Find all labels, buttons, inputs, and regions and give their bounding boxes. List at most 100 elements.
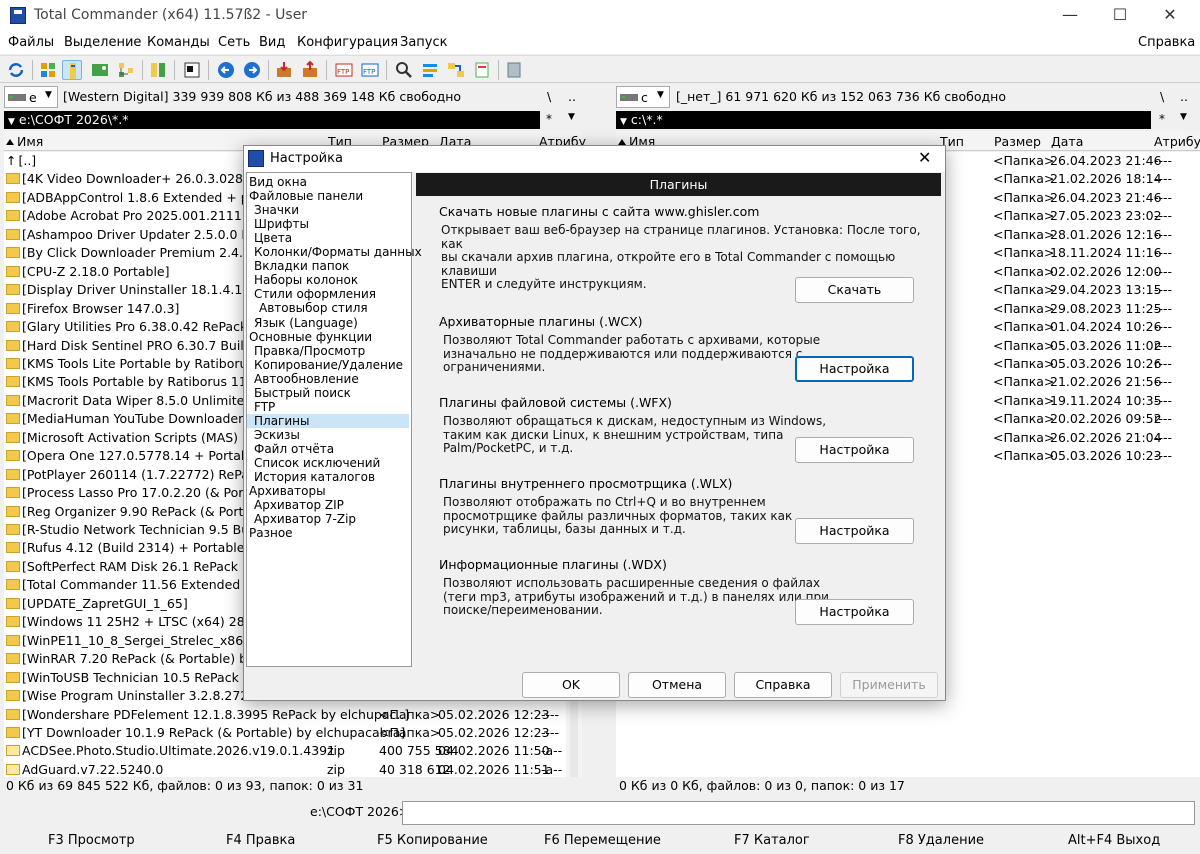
settings-tree[interactable]: Вид окна Файловые панели Значки Шрифты Цвета… <box>246 172 422 667</box>
tree-item[interactable]: Основные функции <box>247 330 372 344</box>
tree-item[interactable]: Автообновление <box>247 372 359 386</box>
tree-item[interactable]: Правка/Просмотр <box>247 344 365 358</box>
tree-item[interactable]: Язык (Language) <box>247 316 358 330</box>
tree-item[interactable]: Шрифты <box>247 217 309 231</box>
right-drive-select[interactable]: c ▼ <box>616 86 670 108</box>
chevron-down-icon[interactable]: ▼ <box>1180 112 1187 122</box>
help-button[interactable]: Справка <box>734 672 832 698</box>
tree-item[interactable]: История каталогов <box>247 470 375 484</box>
folder-icon <box>6 690 20 702</box>
multi-rename-icon[interactable] <box>420 60 440 80</box>
pack-icon[interactable] <box>274 60 294 80</box>
back-arrow-icon[interactable] <box>216 60 236 80</box>
menu-help[interactable]: Справка <box>1138 35 1195 50</box>
file-date: 05.02.2026 12:23 <box>438 724 550 740</box>
brief-view-icon[interactable] <box>38 60 58 80</box>
tree-item[interactable]: Колонки/Форматы данных <box>247 245 422 259</box>
notepad-icon[interactable] <box>472 60 492 80</box>
tree-item[interactable]: Вид окна <box>247 175 307 189</box>
tree-item[interactable]: Эскизы <box>247 428 300 442</box>
table-row[interactable]: [Wondershare PDFelement 12.1.8.3995 RePa… <box>4 706 566 724</box>
tree-item[interactable]: Плагины <box>247 413 409 428</box>
tree-item[interactable]: Копирование/Удаление <box>247 358 403 372</box>
menu-view[interactable]: Вид <box>259 35 285 50</box>
menu-launch[interactable]: Запуск <box>400 35 448 50</box>
terminal-icon[interactable] <box>182 60 202 80</box>
table-row[interactable]: ACDSee.Photo.Studio.Ultimate.2026.v19.0.… <box>4 742 566 760</box>
wfx-settings-button[interactable]: Настройка <box>795 437 914 463</box>
cancel-button[interactable]: Отмена <box>628 672 726 698</box>
left-filter-star[interactable]: * <box>546 112 552 126</box>
cmdline-input[interactable] <box>402 801 1195 825</box>
wdx-settings-button[interactable]: Настройка <box>795 599 914 625</box>
right-col-date[interactable]: Дата <box>1051 134 1083 149</box>
f4-edit-button[interactable]: F4 Правка <box>226 833 295 848</box>
altf4-exit-button[interactable]: Alt+F4 Выход <box>1068 833 1160 848</box>
table-row[interactable]: AdGuard.v7.22.5240.0 zip 40 318 612 04.02.2… <box>4 761 566 779</box>
forward-arrow-icon[interactable] <box>242 60 262 80</box>
app-icon[interactable] <box>10 7 26 24</box>
tree-view-icon[interactable] <box>62 60 82 80</box>
left-drive-select[interactable]: e ▼ <box>4 86 58 108</box>
download-button[interactable]: Скачать <box>795 277 914 303</box>
minimize-button[interactable]: — <box>1045 0 1095 32</box>
close-icon[interactable]: ✕ <box>918 148 931 167</box>
close-button[interactable]: ✕ <box>1145 0 1195 32</box>
ftp-new-connect-icon[interactable]: FTP <box>360 60 380 80</box>
right-filter-star[interactable]: * <box>1159 112 1165 126</box>
wcx-settings-button[interactable]: Настройка <box>795 356 914 382</box>
tree-item[interactable]: FTP <box>247 400 275 414</box>
search-icon[interactable] <box>394 60 414 80</box>
wlx-settings-button[interactable]: Настройка <box>795 518 914 544</box>
refresh-icon[interactable] <box>6 60 26 80</box>
menu-files[interactable]: Файлы <box>8 35 54 50</box>
right-root-button[interactable]: \ <box>1160 89 1164 104</box>
left-root-button[interactable]: \ <box>547 89 551 104</box>
unpack-icon[interactable] <box>300 60 320 80</box>
tree-item[interactable]: Разное <box>247 526 293 540</box>
tree-item[interactable]: Наборы колонок <box>247 273 358 287</box>
tree-item[interactable]: Цвета <box>247 231 292 245</box>
maximize-button[interactable]: ☐ <box>1095 0 1145 32</box>
tree-item[interactable]: Вкладки папок <box>247 259 349 273</box>
menu-selection[interactable]: Выделение <box>64 35 141 50</box>
left-col-name[interactable]: Имя <box>6 134 43 149</box>
ok-button[interactable]: OK <box>522 672 620 698</box>
left-path-bar[interactable]: ▼ e:\СОФТ 2026\*.* <box>4 111 540 129</box>
f7-mkdir-button[interactable]: F7 Каталог <box>734 833 810 848</box>
tree-item[interactable]: Архиватор ZIP <box>247 498 344 512</box>
menu-commands[interactable]: Команды <box>147 35 210 50</box>
ftp-connect-icon[interactable]: FTP <box>334 60 354 80</box>
tree-item[interactable]: Автовыбор стиля <box>247 301 368 315</box>
f8-delete-button[interactable]: F8 Удаление <box>898 833 984 848</box>
right-col-size[interactable]: Размер <box>994 134 1041 149</box>
tree-item[interactable]: Значки <box>247 203 299 217</box>
right-up-button[interactable]: .. <box>1180 89 1188 104</box>
tree-item[interactable]: Файловые панели <box>247 189 363 203</box>
file-name-text: AdGuard.v7.22.5240.0 <box>22 761 164 777</box>
tree-item[interactable]: Список исключений <box>247 456 380 470</box>
wfx-desc: Позволяют обращаться к дискам, недоступн… <box>443 414 827 455</box>
f5-copy-button[interactable]: F5 Копирование <box>377 833 488 848</box>
left-up-button[interactable]: .. <box>568 89 576 104</box>
tree-item[interactable]: Архиваторы <box>247 484 326 498</box>
thumbnails-icon[interactable] <box>90 60 110 80</box>
sync-dirs-icon[interactable] <box>446 60 466 80</box>
f6-move-button[interactable]: F6 Перемещение <box>544 833 661 848</box>
menu-configuration[interactable]: Конфигурация <box>297 35 398 50</box>
tree-item[interactable]: Архиватор 7-Zip <box>247 512 356 526</box>
menu-network[interactable]: Сеть <box>218 35 250 50</box>
right-path-bar[interactable]: ▼ c:\*.* <box>616 111 1151 129</box>
tree-item[interactable]: Стили оформления <box>247 287 376 301</box>
table-row[interactable]: [YT Downloader 10.1.9 RePack (& Portable… <box>4 724 566 742</box>
tree-item[interactable]: Файл отчёта <box>247 442 334 456</box>
tree-item[interactable]: Быстрый поиск <box>247 386 351 400</box>
right-col-attr[interactable]: Атрибу <box>1154 134 1200 149</box>
f3-view-button[interactable]: F3 Просмотр <box>48 833 135 848</box>
compare-dirs-icon[interactable] <box>148 60 168 80</box>
apply-button[interactable]: Применить <box>840 672 938 698</box>
chevron-down-icon[interactable]: ▼ <box>568 112 575 122</box>
tree-panel-icon[interactable] <box>116 60 136 80</box>
file-attr: ---- <box>1154 208 1173 224</box>
clipboard-icon[interactable] <box>504 60 524 80</box>
